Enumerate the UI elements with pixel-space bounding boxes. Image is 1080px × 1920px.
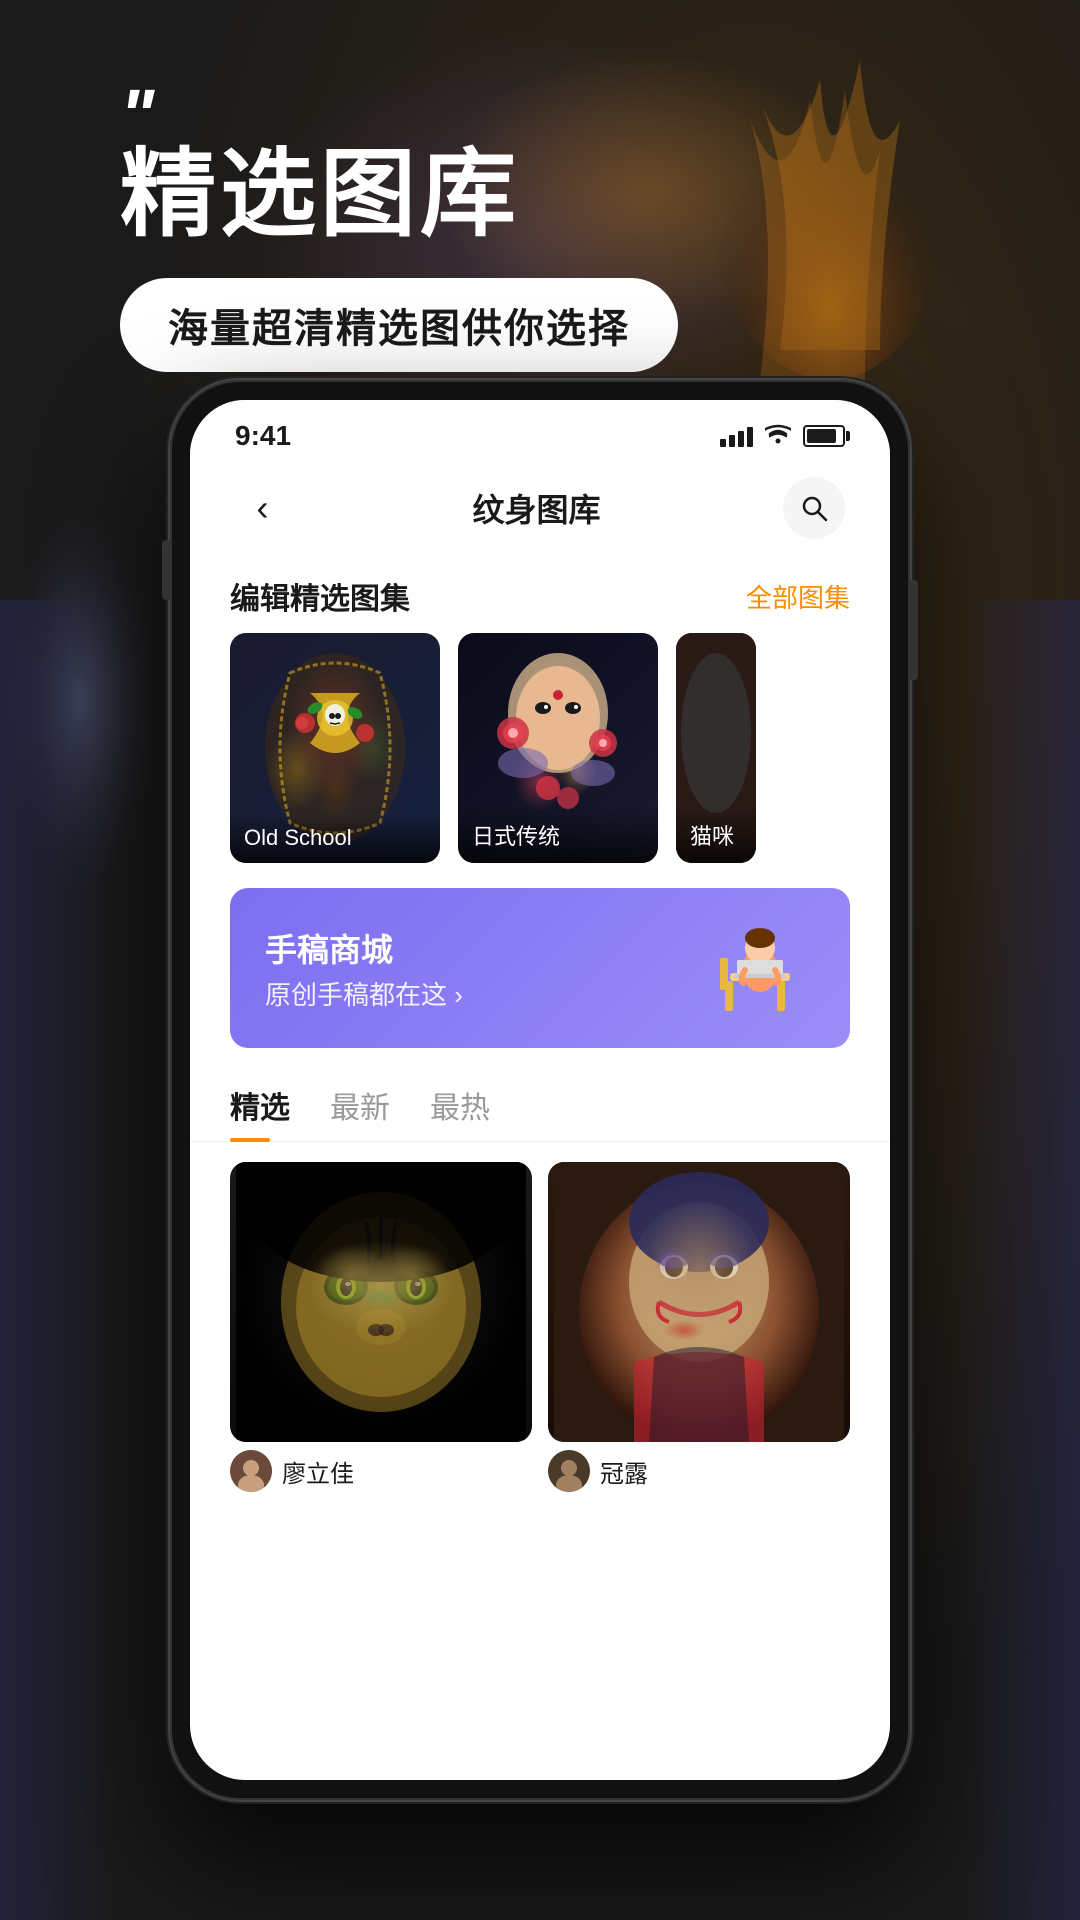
banner-illustration xyxy=(705,918,815,1018)
all-albums-link[interactable]: 全部图集 xyxy=(746,578,850,615)
banner-subtitle: 原创手稿都在这 › xyxy=(265,975,463,1012)
user-info-tiger: 廖立佳 xyxy=(230,1442,532,1496)
gallery-item-cat[interactable]: 猫咪 xyxy=(676,633,756,863)
gallery-label-old-school: Old School xyxy=(230,813,440,863)
status-icons xyxy=(720,422,845,450)
back-button[interactable]: ‹ xyxy=(235,481,290,536)
banner-text: 手稿商城 原创手稿都在这 › xyxy=(265,925,463,1012)
tiger-image xyxy=(230,1162,532,1442)
joker-image xyxy=(548,1162,850,1442)
phone-wrapper: 9:41 xyxy=(170,380,910,1800)
avatar-guan xyxy=(548,1450,590,1492)
search-icon xyxy=(799,493,829,523)
signal-icon xyxy=(720,425,753,447)
bg-left-deco xyxy=(0,600,120,1920)
grid-item-tiger[interactable]: 廖立佳 xyxy=(230,1162,532,1496)
search-button[interactable] xyxy=(783,477,845,539)
main-title: 精选图库 xyxy=(120,142,1080,248)
banner-title: 手稿商城 xyxy=(265,925,463,971)
phone-screen: 9:41 xyxy=(190,400,890,1780)
gallery-scroll: Old School xyxy=(190,633,890,863)
gallery-label-cat: 猫咪 xyxy=(676,807,756,863)
gallery-item-old-school[interactable]: Old School xyxy=(230,633,440,863)
gallery-label-japanese: 日式传统 xyxy=(458,807,658,863)
avatar-liao xyxy=(230,1450,272,1492)
phone-frame: 9:41 xyxy=(170,380,910,1800)
bg-right-deco xyxy=(960,600,1080,1920)
section-header: 编辑精选图集 全部图集 xyxy=(190,554,890,633)
username-liao: 廖立佳 xyxy=(282,1454,354,1489)
wifi-icon xyxy=(765,422,791,450)
status-bar: 9:41 xyxy=(190,400,890,462)
status-time: 9:41 xyxy=(235,420,291,452)
battery-icon xyxy=(803,425,845,447)
promo-banner[interactable]: 手稿商城 原创手稿都在这 › xyxy=(230,888,850,1048)
content-tabs: 精选 最新 最热 xyxy=(190,1073,890,1142)
gallery-item-japanese[interactable]: 日式传统 xyxy=(458,633,658,863)
user-info-joker: 冠露 xyxy=(548,1442,850,1496)
header-section: " 精选图库 海量超清精选图供你选择 xyxy=(0,80,1080,372)
page-title: 纹身图库 xyxy=(472,485,600,531)
nav-bar: ‹ 纹身图库 xyxy=(190,462,890,554)
username-guan: 冠露 xyxy=(600,1454,648,1489)
tab-featured[interactable]: 精选 xyxy=(230,1083,290,1141)
grid-item-joker[interactable]: 冠露 xyxy=(548,1162,850,1496)
subtitle-pill: 海量超清精选图供你选择 xyxy=(120,278,678,372)
image-grid: 廖立佳 xyxy=(190,1142,890,1516)
section-title: 编辑精选图集 xyxy=(230,574,410,618)
tab-hottest[interactable]: 最热 xyxy=(430,1083,490,1141)
tab-latest[interactable]: 最新 xyxy=(330,1083,390,1141)
